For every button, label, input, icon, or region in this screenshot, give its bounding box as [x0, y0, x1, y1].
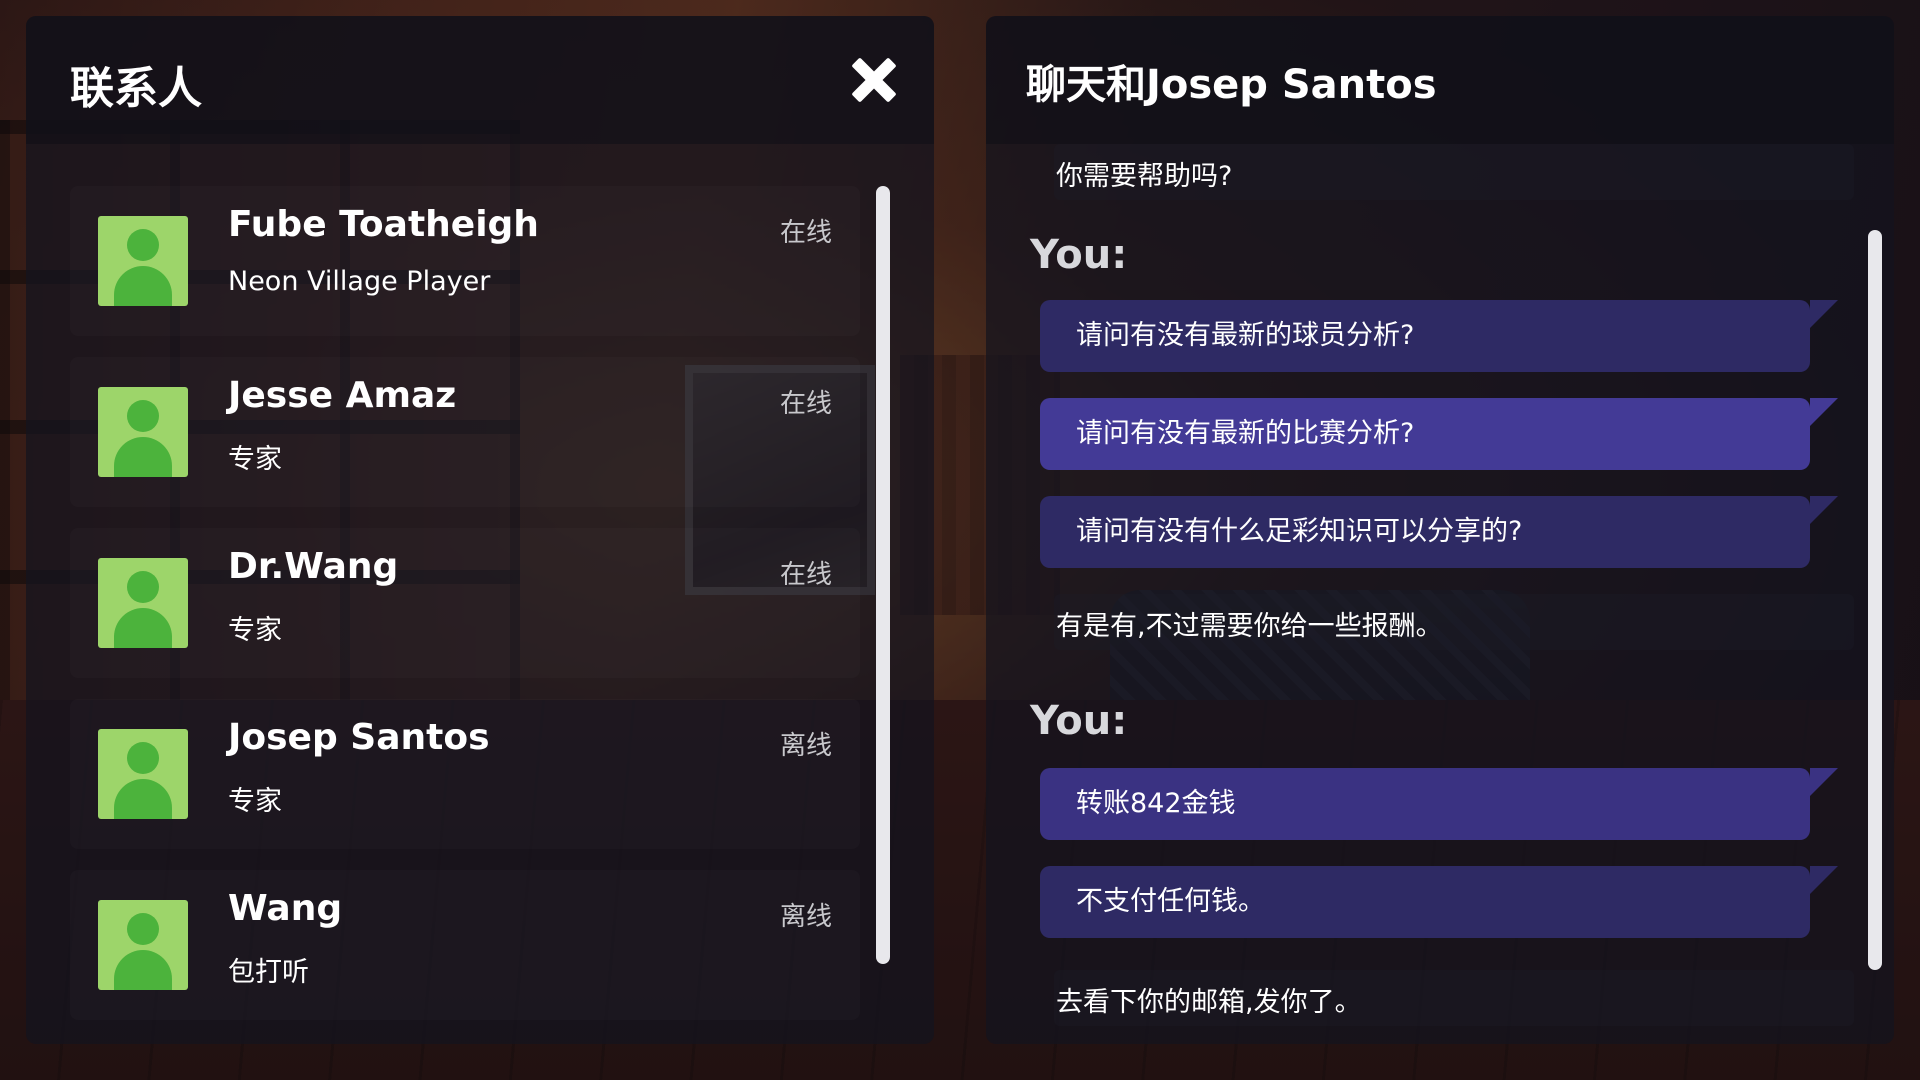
contact-row[interactable]: Dr.Wang 专家 在线: [70, 528, 860, 678]
contact-role: 包打听: [228, 957, 309, 988]
contact-status: 离线: [779, 902, 832, 932]
reply-option[interactable]: 转账842金钱: [1040, 768, 1838, 840]
contact-role: Neon Village Player: [228, 266, 491, 297]
avatar: [98, 387, 188, 477]
contact-status: 在线: [779, 560, 832, 590]
reply-option[interactable]: 不支付任何钱。: [1040, 866, 1838, 938]
incoming-message: 你需要帮助吗?: [1056, 161, 1233, 192]
you-label: You:: [1030, 698, 1128, 744]
contact-name: Jesse Amaz: [228, 375, 457, 416]
chat-body: 你需要帮助吗? You: 请问有没有最新的球员分析? 请问有没有最新的比赛分析?…: [986, 144, 1894, 1044]
contact-role: 专家: [228, 444, 282, 475]
contact-role: 专家: [228, 615, 282, 646]
contact-role: 专家: [228, 786, 282, 817]
you-label: You:: [1030, 232, 1128, 278]
contact-name: Josep Santos: [228, 717, 490, 758]
avatar: [98, 558, 188, 648]
chat-scrollbar[interactable]: [1868, 230, 1882, 970]
avatar: [98, 900, 188, 990]
close-icon[interactable]: [846, 52, 902, 108]
incoming-message: 去看下你的邮箱,发你了。: [1056, 987, 1362, 1018]
chat-header: 聊天和Josep Santos: [986, 16, 1894, 144]
avatar: [98, 729, 188, 819]
contacts-title: 联系人: [70, 63, 202, 114]
contact-name: Wang: [228, 888, 343, 929]
contact-status: 在线: [779, 389, 832, 419]
avatar: [98, 216, 188, 306]
contact-name: Dr.Wang: [228, 546, 399, 587]
incoming-message: 有是有,不过需要你给一些报酬。: [1056, 611, 1443, 642]
reply-option[interactable]: 请问有没有最新的球员分析?: [1040, 300, 1838, 372]
reply-option[interactable]: 请问有没有最新的比赛分析?: [1040, 398, 1838, 470]
contacts-panel: 联系人 Fube Toatheigh Neon Village Player 在…: [26, 16, 934, 1044]
contacts-header: 联系人: [26, 16, 934, 144]
contact-name: Fube Toatheigh: [228, 204, 539, 245]
contact-status: 离线: [779, 731, 832, 761]
contact-row[interactable]: Wang 包打听 离线: [70, 870, 860, 1020]
reply-option[interactable]: 请问有没有什么足彩知识可以分享的?: [1040, 496, 1838, 568]
contact-row[interactable]: Josep Santos 专家 离线: [70, 699, 860, 849]
contact-row[interactable]: Jesse Amaz 专家 在线: [70, 357, 860, 507]
chat-title: 聊天和Josep Santos: [1026, 62, 1437, 108]
contact-status: 在线: [779, 218, 832, 248]
contact-list: Fube Toatheigh Neon Village Player 在线 Je…: [70, 186, 860, 1041]
chat-panel: 聊天和Josep Santos 你需要帮助吗? You: 请问有没有最新的球员分…: [986, 16, 1894, 1044]
contact-row[interactable]: Fube Toatheigh Neon Village Player 在线: [70, 186, 860, 336]
contacts-scrollbar[interactable]: [876, 186, 890, 964]
